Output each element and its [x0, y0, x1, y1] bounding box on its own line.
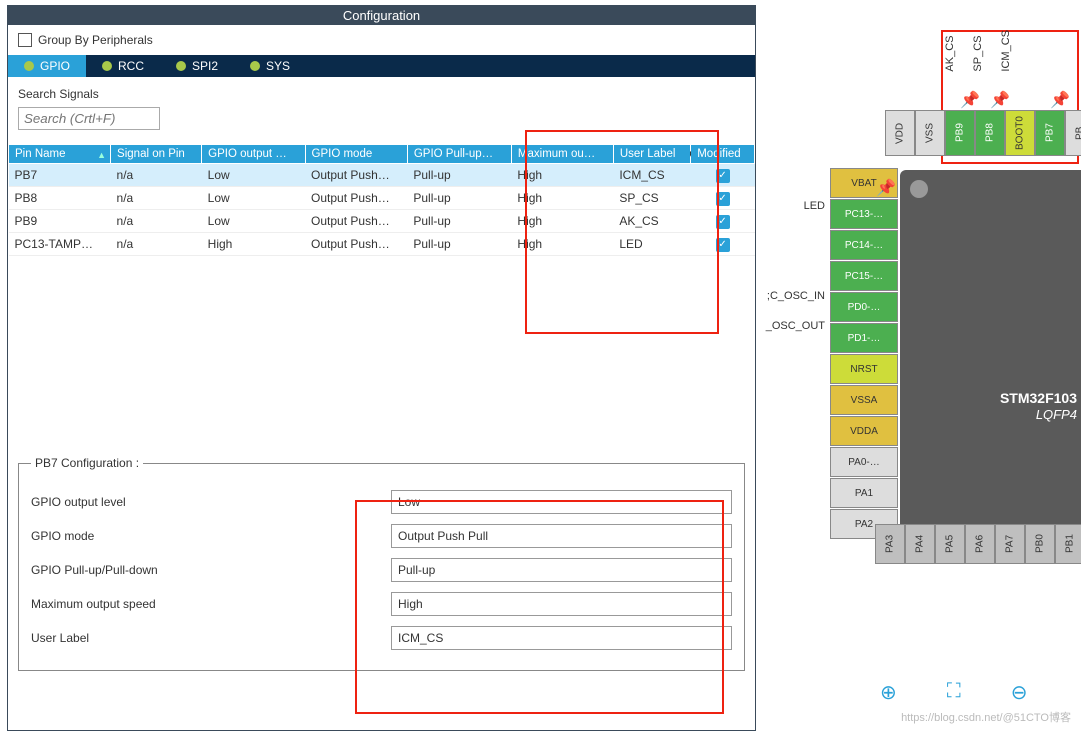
- pin-ext-label: SP_CS: [972, 30, 984, 72]
- zoom-out-icon[interactable]: ⊖: [1011, 680, 1028, 705]
- search-input[interactable]: [18, 107, 160, 130]
- col-header[interactable]: User Label: [613, 145, 690, 164]
- col-header[interactable]: Pin Name▲: [9, 145, 111, 164]
- pin-PA0-…[interactable]: PA0-…: [830, 447, 898, 477]
- config-select[interactable]: High: [391, 592, 732, 616]
- config-row: User LabelICM_CS: [31, 626, 732, 650]
- col-header[interactable]: GPIO Pull-up…: [407, 145, 511, 164]
- table-row[interactable]: PC13-TAMP…n/aHighOutput Push…Pull-upHigh…: [9, 233, 755, 256]
- check-icon: [24, 61, 34, 71]
- top-pin-row: VDDVSSPB9PB8BOOT0PB7PB: [885, 110, 1081, 156]
- pin-PD1-…[interactable]: PD1-…: [830, 323, 898, 353]
- pin-config-fieldset: PB7 Configuration : GPIO output levelLow…: [18, 456, 745, 671]
- pin1-marker-icon: [910, 180, 928, 198]
- config-panel: Configuration Group By Peripherals GPIO …: [7, 5, 756, 731]
- pin-VSSA[interactable]: VSSA: [830, 385, 898, 415]
- tab-bar: GPIO RCC SPI2 SYS: [8, 55, 755, 77]
- pin-PA1[interactable]: PA1: [830, 478, 898, 508]
- pushpin-icon: 📌: [876, 178, 896, 198]
- col-header[interactable]: GPIO mode: [305, 145, 407, 164]
- pin-PC13-…[interactable]: PC13-…: [830, 199, 898, 229]
- pin-VSS[interactable]: VSS: [915, 110, 945, 156]
- pin-ext-label: LED: [765, 200, 825, 212]
- top-pin-labels: AK_CS SP_CS ICM_CS: [944, 30, 1012, 72]
- config-select[interactable]: ICM_CS: [391, 626, 732, 650]
- config-select[interactable]: Output Push Pull: [391, 524, 732, 548]
- pin-BOOT0[interactable]: BOOT0: [1005, 110, 1035, 156]
- check-icon: [102, 61, 112, 71]
- pin-ext-label: ;C_OSC_IN: [765, 290, 825, 302]
- pin-PA3[interactable]: PA3: [875, 524, 905, 564]
- check-icon: [176, 61, 186, 71]
- pushpin-icon: 📌: [1050, 90, 1070, 110]
- config-label: GPIO output level: [31, 495, 391, 509]
- col-header[interactable]: Modified: [691, 145, 755, 164]
- group-by-row[interactable]: Group By Peripherals: [8, 25, 755, 55]
- config-label: Maximum output speed: [31, 597, 391, 611]
- config-row: GPIO modeOutput Push Pull: [31, 524, 732, 548]
- pin-PB[interactable]: PB: [1065, 110, 1081, 156]
- pin-PB1[interactable]: PB1: [1055, 524, 1081, 564]
- table-row[interactable]: PB9n/aLowOutput Push…Pull-upHighAK_CS✓: [9, 210, 755, 233]
- zoom-toolbar: ⊕ ⛶ ⊖: [880, 680, 1028, 705]
- pin-PB0[interactable]: PB0: [1025, 524, 1055, 564]
- pushpin-icon: 📌: [990, 90, 1010, 110]
- tab-rcc[interactable]: RCC: [86, 55, 160, 77]
- config-select[interactable]: Low: [391, 490, 732, 514]
- pin-PB8[interactable]: PB8: [975, 110, 1005, 156]
- pin-PB9[interactable]: PB9: [945, 110, 975, 156]
- search-label: Search Signals: [18, 87, 745, 101]
- pin-ext-label: _OSC_OUT: [765, 320, 825, 332]
- col-header[interactable]: GPIO output …: [202, 145, 305, 164]
- group-by-checkbox[interactable]: [18, 33, 32, 47]
- bottom-pin-row: PA3PA4PA5PA6PA7PB0PB1: [875, 524, 1081, 564]
- pin-PA7[interactable]: PA7: [995, 524, 1025, 564]
- pin-PA4[interactable]: PA4: [905, 524, 935, 564]
- config-select[interactable]: Pull-up: [391, 558, 732, 582]
- pin-VDDA[interactable]: VDDA: [830, 416, 898, 446]
- left-pin-column: VBATPC13-…PC14-…PC15-…PD0-…PD1-…NRSTVSSA…: [830, 168, 898, 540]
- pushpin-icon: 📌: [960, 90, 980, 110]
- pin-ext-label: ICM_CS: [1000, 30, 1012, 72]
- pin-PC15-…[interactable]: PC15-…: [830, 261, 898, 291]
- pin-PA6[interactable]: PA6: [965, 524, 995, 564]
- modified-check-icon: ✓: [716, 169, 730, 183]
- fit-icon[interactable]: ⛶: [947, 680, 961, 705]
- check-icon: [250, 61, 260, 71]
- pin-table: Pin Name▲Signal on PinGPIO output …GPIO …: [8, 144, 755, 256]
- tab-sys[interactable]: SYS: [234, 55, 306, 77]
- chip-name: STM32F103LQFP4: [1000, 390, 1077, 422]
- zoom-in-icon[interactable]: ⊕: [880, 680, 897, 705]
- config-row: GPIO Pull-up/Pull-downPull-up: [31, 558, 732, 582]
- fieldset-legend: PB7 Configuration :: [31, 456, 143, 470]
- config-row: Maximum output speedHigh: [31, 592, 732, 616]
- watermark: https://blog.csdn.net/@51CTO博客: [901, 709, 1071, 725]
- group-by-label: Group By Peripherals: [38, 33, 153, 47]
- pin-PD0-…[interactable]: PD0-…: [830, 292, 898, 322]
- tab-gpio[interactable]: GPIO: [8, 55, 86, 77]
- pin-VDD[interactable]: VDD: [885, 110, 915, 156]
- table-row[interactable]: PB7n/aLowOutput Push…Pull-upHighICM_CS✓: [9, 164, 755, 187]
- config-row: GPIO output levelLow: [31, 490, 732, 514]
- modified-check-icon: ✓: [716, 192, 730, 206]
- modified-check-icon: ✓: [716, 238, 730, 252]
- pin-PC14-…[interactable]: PC14-…: [830, 230, 898, 260]
- tab-spi2[interactable]: SPI2: [160, 55, 234, 77]
- pin-PB7[interactable]: PB7: [1035, 110, 1065, 156]
- pin-ext-label: AK_CS: [944, 30, 956, 72]
- table-row[interactable]: PB8n/aLowOutput Push…Pull-upHighSP_CS✓: [9, 187, 755, 210]
- pin-NRST[interactable]: NRST: [830, 354, 898, 384]
- chip-body: STM32F103LQFP4: [900, 170, 1081, 540]
- pin-PA5[interactable]: PA5: [935, 524, 965, 564]
- panel-title: Configuration: [8, 6, 755, 25]
- col-header[interactable]: Signal on Pin: [111, 145, 202, 164]
- config-label: User Label: [31, 631, 391, 645]
- modified-check-icon: ✓: [716, 215, 730, 229]
- config-label: GPIO mode: [31, 529, 391, 543]
- config-label: GPIO Pull-up/Pull-down: [31, 563, 391, 577]
- col-header[interactable]: Maximum ou…: [511, 145, 613, 164]
